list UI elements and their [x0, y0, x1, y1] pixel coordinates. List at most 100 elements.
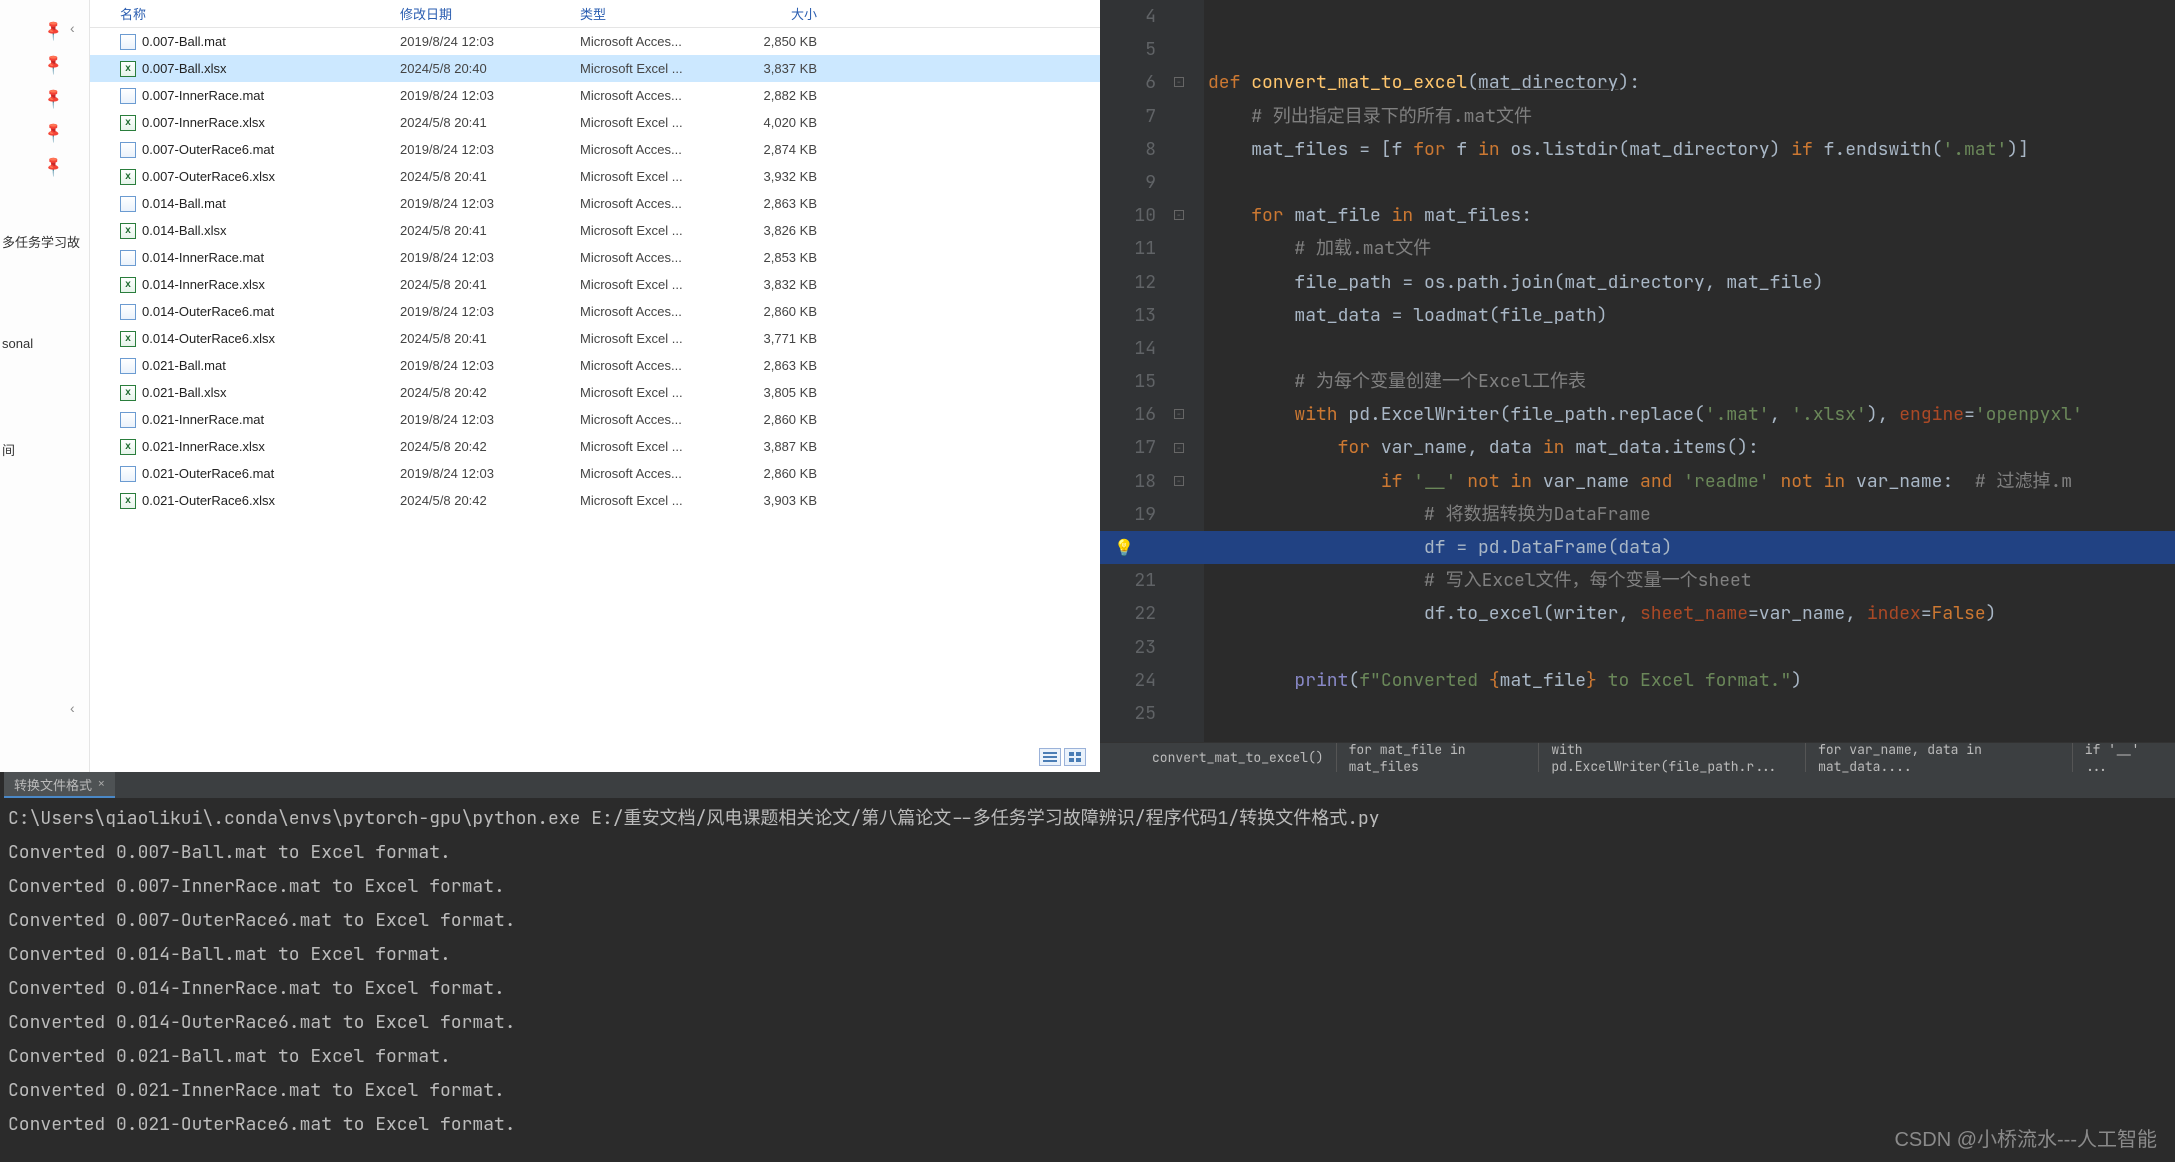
file-size: 2,863 KB: [725, 358, 845, 373]
file-row[interactable]: x0.021-InnerRace.xlsx2024/5/8 20:42Micro…: [90, 433, 1100, 460]
file-row[interactable]: 0.007-OuterRace6.mat2019/8/24 12:03Micro…: [90, 136, 1100, 163]
file-row[interactable]: 0.014-InnerRace.mat2019/8/24 12:03Micros…: [90, 244, 1100, 271]
line-number: 21: [1100, 564, 1156, 597]
view-icons-icon[interactable]: [1064, 748, 1086, 766]
breadcrumb-item[interactable]: for var_name, data in mat_data....: [1806, 743, 2073, 772]
file-name: 0.007-InnerRace.xlsx: [142, 115, 265, 130]
fold-gutter: − − − − −: [1170, 0, 1204, 742]
column-header-name[interactable]: 名称: [90, 4, 400, 23]
file-size: 2,850 KB: [725, 34, 845, 49]
file-row[interactable]: 0.007-Ball.mat2019/8/24 12:03Microsoft A…: [90, 28, 1100, 55]
file-row[interactable]: x0.007-OuterRace6.xlsx2024/5/8 20:41Micr…: [90, 163, 1100, 190]
code-line[interactable]: # 写入Excel文件，每个变量一个sheet: [1204, 564, 2175, 597]
line-number: 10: [1100, 199, 1156, 232]
line-number: 16: [1100, 398, 1156, 431]
code-line[interactable]: def convert_mat_to_excel(mat_directory):: [1204, 66, 2175, 99]
file-date: 2019/8/24 12:03: [400, 142, 580, 157]
file-row[interactable]: x0.021-Ball.xlsx2024/5/8 20:42Microsoft …: [90, 379, 1100, 406]
file-row[interactable]: 0.021-InnerRace.mat2019/8/24 12:03Micros…: [90, 406, 1100, 433]
terminal-output[interactable]: C:\Users\qiaolikui\.conda\envs\pytorch-g…: [4, 798, 2175, 1142]
column-header-size[interactable]: 大小: [725, 4, 845, 23]
quick-access-label[interactable]: 多任务学习故: [2, 232, 80, 251]
watermark-text: CSDN @小桥流水---人工智能: [1894, 1123, 2157, 1152]
excel-file-icon: x: [120, 277, 136, 293]
file-row[interactable]: 0.021-Ball.mat2019/8/24 12:03Microsoft A…: [90, 352, 1100, 379]
code-line[interactable]: df.to_excel(writer, sheet_name=var_name,…: [1204, 597, 2175, 630]
code-line[interactable]: # 为每个变量创建一个Excel工作表: [1204, 365, 2175, 398]
pin-icon[interactable]: 📌: [42, 52, 66, 76]
breadcrumb-item[interactable]: convert_mat_to_excel(): [1140, 743, 1337, 772]
code-line[interactable]: [1204, 631, 2175, 664]
code-line[interactable]: # 列出指定目录下的所有.mat文件: [1204, 100, 2175, 133]
file-row[interactable]: 0.007-InnerRace.mat2019/8/24 12:03Micros…: [90, 82, 1100, 109]
excel-file-icon: x: [120, 223, 136, 239]
mat-file-icon: [120, 88, 136, 104]
code-line[interactable]: mat_data = loadmat(file_path): [1204, 299, 2175, 332]
line-number: 19: [1100, 498, 1156, 531]
code-line[interactable]: print(f"Converted {mat_file} to Excel fo…: [1204, 664, 2175, 697]
file-row[interactable]: x0.014-Ball.xlsx2024/5/8 20:41Microsoft …: [90, 217, 1100, 244]
file-type: Microsoft Acces...: [580, 304, 725, 319]
line-number: 5: [1100, 33, 1156, 66]
code-line[interactable]: [1204, 697, 2175, 730]
excel-file-icon: x: [120, 61, 136, 77]
code-line[interactable]: mat_files = [f for f in os.listdir(mat_d…: [1204, 133, 2175, 166]
code-line[interactable]: with pd.ExcelWriter(file_path.replace('.…: [1204, 398, 2175, 431]
fold-icon[interactable]: −: [1174, 409, 1184, 419]
file-date: 2019/8/24 12:03: [400, 88, 580, 103]
code-content[interactable]: def convert_mat_to_excel(mat_directory):…: [1204, 0, 2175, 742]
file-name: 0.014-OuterRace6.xlsx: [142, 331, 275, 346]
line-number-gutter: 45678910111213141516171819202122232425: [1100, 0, 1170, 742]
fold-icon[interactable]: −: [1174, 443, 1184, 453]
excel-file-icon: x: [120, 385, 136, 401]
file-row[interactable]: x0.007-Ball.xlsx2024/5/8 20:40Microsoft …: [90, 55, 1100, 82]
file-type: Microsoft Acces...: [580, 34, 725, 49]
file-row[interactable]: x0.007-InnerRace.xlsx2024/5/8 20:41Micro…: [90, 109, 1100, 136]
chevron-left-icon[interactable]: ‹: [70, 20, 75, 36]
file-date: 2024/5/8 20:42: [400, 493, 580, 508]
terminal-tab[interactable]: 转换文件格式 ✕: [4, 772, 115, 798]
fold-icon[interactable]: −: [1174, 210, 1184, 220]
pin-icon[interactable]: 📌: [42, 120, 66, 144]
code-line[interactable]: for var_name, data in mat_data.items():: [1204, 431, 2175, 464]
code-line[interactable]: # 将数据转换为DataFrame: [1204, 498, 2175, 531]
fold-icon[interactable]: −: [1174, 476, 1184, 486]
code-line[interactable]: [1204, 0, 2175, 33]
code-line[interactable]: [1204, 166, 2175, 199]
pin-icon[interactable]: 📌: [42, 18, 66, 42]
pin-icon[interactable]: 📌: [42, 86, 66, 110]
breadcrumb-item[interactable]: if '__' ...: [2073, 743, 2175, 772]
file-row[interactable]: x0.014-OuterRace6.xlsx2024/5/8 20:41Micr…: [90, 325, 1100, 352]
code-line[interactable]: if '__' not in var_name and 'readme' not…: [1204, 465, 2175, 498]
file-size: 3,903 KB: [725, 493, 845, 508]
quick-access-label[interactable]: 间: [2, 440, 15, 459]
file-row[interactable]: 0.021-OuterRace6.mat2019/8/24 12:03Micro…: [90, 460, 1100, 487]
mat-file-icon: [120, 412, 136, 428]
code-line[interactable]: 💡 df = pd.DataFrame(data): [1100, 531, 2175, 564]
code-line[interactable]: # 加载.mat文件: [1204, 232, 2175, 265]
file-row[interactable]: 0.014-OuterRace6.mat2019/8/24 12:03Micro…: [90, 298, 1100, 325]
fold-icon[interactable]: −: [1174, 77, 1184, 87]
code-line[interactable]: [1204, 33, 2175, 66]
file-name: 0.021-OuterRace6.xlsx: [142, 493, 275, 508]
file-row[interactable]: 0.014-Ball.mat2019/8/24 12:03Microsoft A…: [90, 190, 1100, 217]
column-header-type[interactable]: 类型: [580, 4, 725, 23]
file-date: 2019/8/24 12:03: [400, 34, 580, 49]
chevron-left-icon[interactable]: ‹: [70, 700, 75, 716]
file-size: 2,860 KB: [725, 466, 845, 481]
quick-access-label[interactable]: sonal: [2, 336, 33, 351]
pin-icon[interactable]: 📌: [42, 154, 66, 178]
mat-file-icon: [120, 466, 136, 482]
line-number: 9: [1100, 166, 1156, 199]
column-header-date[interactable]: 修改日期: [400, 4, 580, 23]
code-line[interactable]: for mat_file in mat_files:: [1204, 199, 2175, 232]
breadcrumb-item[interactable]: with pd.ExcelWriter(file_path.r...: [1539, 743, 1806, 772]
file-row[interactable]: x0.014-InnerRace.xlsx2024/5/8 20:41Micro…: [90, 271, 1100, 298]
close-icon[interactable]: ✕: [98, 777, 105, 791]
view-details-icon[interactable]: [1039, 748, 1061, 766]
code-line[interactable]: file_path = os.path.join(mat_directory, …: [1204, 266, 2175, 299]
breadcrumb-item[interactable]: for mat_file in mat_files: [1337, 743, 1540, 772]
file-row[interactable]: x0.021-OuterRace6.xlsx2024/5/8 20:42Micr…: [90, 487, 1100, 514]
code-line[interactable]: [1204, 332, 2175, 365]
lightbulb-icon[interactable]: 💡: [1114, 531, 1134, 564]
